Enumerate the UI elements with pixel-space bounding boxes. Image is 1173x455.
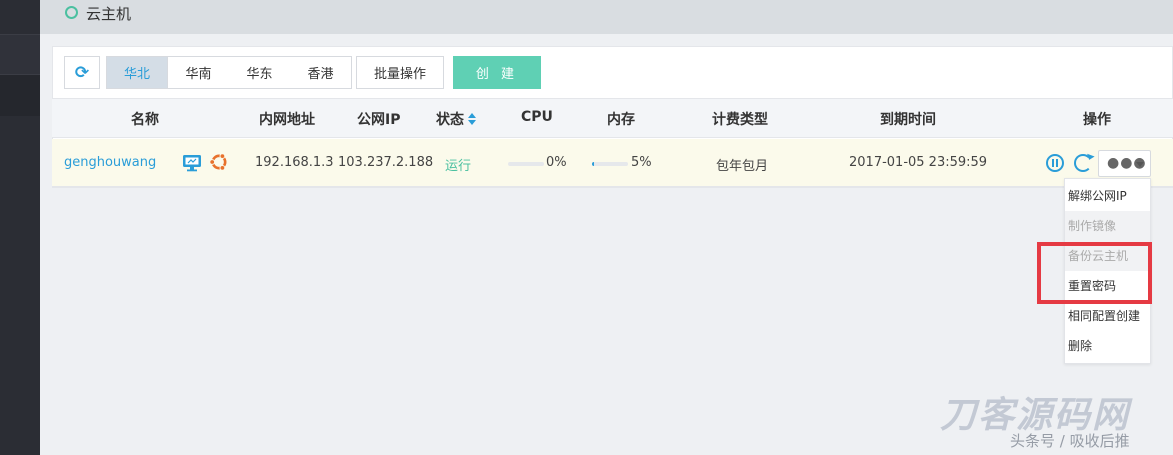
menu-item-create-image[interactable]: 制作镜像	[1065, 211, 1150, 241]
watermark-caption: 头条号 / 吸收后推	[1010, 432, 1130, 450]
ubuntu-icon	[209, 153, 227, 171]
column-header-actions: 操作	[1083, 112, 1111, 128]
sidebar-item-active[interactable]	[0, 74, 40, 116]
public-ip-value: 103.237.2.188	[338, 155, 434, 170]
page-header: 云主机	[40, 0, 1173, 34]
batch-operation-button[interactable]: 批量操作	[356, 56, 444, 89]
sort-icon[interactable]	[468, 113, 476, 125]
expire-time-value: 2017-01-05 23:59:59	[849, 155, 988, 170]
refresh-button[interactable]: ⟳	[64, 56, 100, 89]
region-tab-hongkong[interactable]: 香港	[290, 56, 352, 89]
instance-name-link[interactable]: genghouwang	[64, 155, 156, 170]
cpu-usage-value: 0%	[546, 155, 567, 170]
sidebar-item[interactable]	[0, 34, 40, 74]
billing-type-value: 包年包月	[716, 159, 769, 174]
refresh-icon: ⟳	[74, 62, 90, 83]
pause-icon[interactable]	[1046, 154, 1064, 172]
more-actions-button[interactable]: ●●●	[1098, 150, 1151, 177]
menu-item-delete[interactable]: 删除	[1065, 331, 1150, 361]
memory-usage-fill	[592, 162, 594, 166]
table-header: 名称 内网地址 公网IP 状态 CPU 内存 计费类型 到期时间 操作	[52, 98, 1173, 138]
memory-usage-bar	[592, 162, 628, 166]
left-sidebar	[0, 0, 40, 455]
private-ip-value: 192.168.1.3	[255, 155, 334, 170]
monitor-icon[interactable]	[182, 154, 202, 172]
region-tab-east[interactable]: 华东	[229, 56, 291, 89]
memory-usage-value: 5%	[631, 155, 652, 170]
restart-icon[interactable]	[1074, 154, 1092, 172]
column-header-status-label: 状态	[436, 112, 464, 128]
table-row: genghouwang 192.168.1.3 103.237.2.188 运行…	[52, 139, 1173, 187]
region-tab-south[interactable]: 华南	[168, 56, 230, 89]
column-header-public-ip: 公网IP	[357, 112, 401, 128]
column-header-name: 名称	[131, 112, 159, 128]
column-header-billing: 计费类型	[712, 112, 768, 128]
create-button[interactable]: 创 建	[453, 56, 541, 89]
menu-item-clone-config[interactable]: 相同配置创建	[1065, 301, 1150, 331]
cpu-usage-bar	[508, 162, 544, 166]
column-header-status[interactable]: 状态	[436, 109, 476, 129]
menu-item-unbind-public-ip[interactable]: 解绑公网IP	[1065, 181, 1150, 211]
column-header-memory: 内存	[607, 112, 635, 128]
highlight-annotation-box	[1037, 242, 1152, 304]
page-title: 云主机	[86, 5, 132, 23]
column-header-expire: 到期时间	[880, 112, 936, 128]
region-tab-north[interactable]: 华北	[106, 56, 168, 89]
circle-icon	[65, 6, 78, 19]
status-badge: 运行	[445, 159, 472, 174]
chevron-down-icon	[1136, 162, 1144, 167]
column-header-private-ip: 内网地址	[259, 112, 315, 128]
column-header-cpu: CPU	[521, 109, 553, 125]
